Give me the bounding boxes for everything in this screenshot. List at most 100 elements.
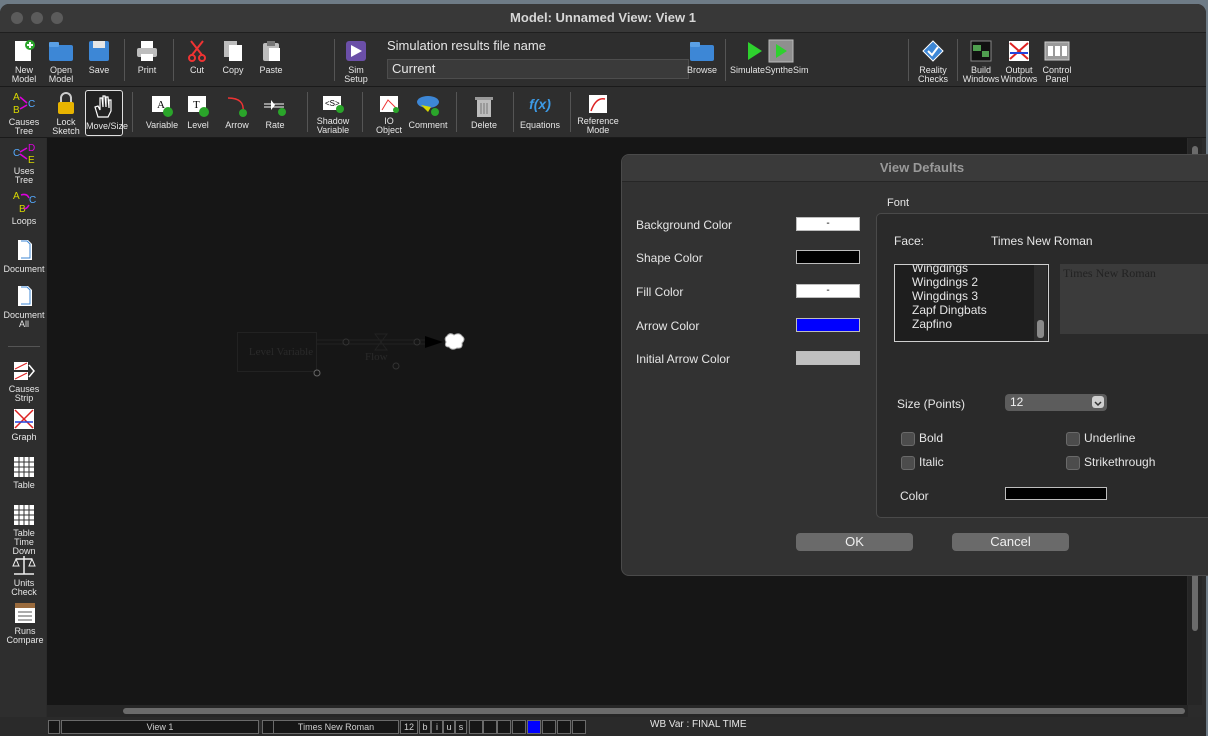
save-button[interactable]: Save (86, 39, 112, 75)
flow-pipe-end[interactable] (342, 338, 350, 346)
variable-button[interactable]: A Variable (145, 94, 179, 130)
level-handle[interactable] (313, 369, 321, 377)
flow-label[interactable]: Flow (365, 351, 388, 363)
fill-color-label: Fill Color (636, 285, 684, 299)
italic-toggle[interactable]: i (431, 720, 443, 734)
font-list[interactable]: Wingdings Wingdings 2 Wingdings 3 Zapf D… (894, 264, 1049, 342)
level-button[interactable]: T Level (185, 94, 211, 130)
italic-checkbox[interactable] (901, 456, 915, 470)
flow-handle[interactable] (392, 362, 400, 370)
copy-button[interactable]: Copy (219, 39, 247, 75)
open-model-button[interactable]: Open Model (46, 39, 76, 84)
units-check-button[interactable]: Units Check (5, 554, 43, 597)
font-selector[interactable]: Times New Roman (273, 720, 399, 734)
strikethrough-checkbox[interactable] (1066, 456, 1080, 470)
runs-compare-button[interactable]: Runs Compare (5, 602, 45, 645)
font-list-scrollbar[interactable] (1034, 265, 1047, 341)
size-value: 12 (1010, 395, 1024, 409)
table-button[interactable]: Table (5, 456, 43, 490)
loops-button[interactable]: ABC Loops (7, 190, 41, 226)
graph-button-small[interactable] (557, 720, 571, 734)
causes-tree-icon: ABC (13, 92, 35, 115)
causes-tree-button[interactable]: ABC Causes Tree (7, 91, 41, 136)
print-button[interactable]: Print (134, 39, 160, 75)
causes-strip-button[interactable]: Causes Strip (5, 360, 43, 403)
control-panel-button[interactable]: Control Panel (1038, 39, 1076, 84)
sim-setup-button[interactable]: Sim Setup (341, 39, 371, 84)
underline-toggle[interactable]: u (443, 720, 455, 734)
delete-label: Delete (470, 120, 497, 130)
simulate-button[interactable]: SimulateSyntheSim (730, 39, 809, 75)
align-button[interactable] (483, 720, 497, 734)
font-group-title: Font (887, 197, 910, 209)
ok-button[interactable]: OK (796, 533, 913, 551)
table-time-down-button[interactable]: Table Time Down (5, 504, 43, 556)
reference-mode-button[interactable]: Reference Mode (576, 94, 620, 135)
font-list-item[interactable]: Wingdings (912, 265, 968, 275)
level-variable-label[interactable]: Level Variable (241, 346, 321, 358)
graph-button-small[interactable] (572, 720, 586, 734)
horizontal-scrollbar[interactable] (47, 705, 1188, 717)
print-label: Print (137, 65, 157, 75)
build-windows-icon (970, 40, 992, 62)
initial-arrow-color-swatch[interactable] (796, 351, 860, 365)
font-color-swatch[interactable] (1005, 487, 1107, 500)
browse-button[interactable]: Browse (687, 39, 717, 75)
synthesim-icon (768, 39, 794, 63)
view-selector[interactable]: View 1 (61, 720, 259, 734)
graph-button[interactable]: Graph (5, 408, 43, 442)
font-list-item[interactable]: Wingdings 2 (912, 275, 978, 289)
io-object-button[interactable]: IO Object (373, 94, 405, 135)
uses-tree-label: Uses Tree (13, 166, 35, 185)
strikethrough-toggle[interactable]: s (455, 720, 467, 734)
shape-button[interactable] (512, 720, 526, 734)
italic-label: Italic (919, 455, 944, 469)
cut-button[interactable]: Cut (184, 39, 210, 75)
cancel-button[interactable]: Cancel (952, 533, 1069, 551)
window-title: Model: Unnamed View: View 1 (510, 10, 696, 25)
arrow-color-swatch[interactable] (527, 720, 541, 734)
bold-checkbox[interactable] (901, 432, 915, 446)
uses-tree-button[interactable]: CDE Uses Tree (7, 142, 41, 185)
rate-button[interactable]: Rate (261, 94, 289, 130)
new-model-button[interactable]: New Model (9, 39, 39, 84)
table-label: Table (13, 480, 35, 490)
align-button[interactable] (469, 720, 483, 734)
delete-button[interactable]: Delete (469, 94, 499, 130)
comment-label: Comment (408, 120, 448, 130)
output-windows-button[interactable]: Output Windows (1000, 39, 1038, 84)
document-all-button[interactable]: Document All (3, 284, 45, 329)
toolbar-divider (173, 39, 174, 81)
font-list-item[interactable]: Zapfino (912, 317, 952, 331)
reality-checks-button[interactable]: Reality Checks (916, 39, 950, 84)
background-color-swatch[interactable]: - (796, 217, 860, 231)
sim-results-input[interactable]: Current (387, 59, 689, 79)
comment-button[interactable]: Comment (408, 94, 448, 130)
shape-button[interactable] (497, 720, 511, 734)
fill-color-swatch[interactable]: - (796, 284, 860, 298)
move-size-button[interactable]: Move/Size (85, 90, 128, 136)
underline-checkbox[interactable] (1066, 432, 1080, 446)
view-list-icon[interactable] (48, 720, 60, 734)
font-size-selector[interactable]: 12 (400, 720, 418, 734)
equations-button[interactable]: f(x) Equations (518, 94, 562, 130)
font-list-item[interactable]: Zapf Dingbats (912, 303, 987, 317)
shape-color-swatch[interactable] (796, 250, 860, 264)
document-button[interactable]: Document (3, 238, 45, 274)
shadow-variable-button[interactable]: <S> Shadow Variable (314, 94, 352, 135)
arrow-button[interactable]: Arrow (222, 94, 252, 130)
flow-pipe-end[interactable] (413, 338, 421, 346)
arrow-color-swatch[interactable] (796, 318, 860, 332)
horizontal-scroll-thumb[interactable] (123, 708, 1185, 714)
arrow-style-button[interactable] (542, 720, 556, 734)
bold-toggle[interactable]: b (419, 720, 431, 734)
font-list-scroll-thumb[interactable] (1037, 320, 1044, 338)
lock-sketch-button[interactable]: Lock Sketch (50, 91, 82, 136)
reference-mode-label: Reference Mode (577, 116, 619, 135)
document-all-icon (18, 286, 32, 306)
flow-valve[interactable] (374, 333, 388, 351)
size-select[interactable]: 12 (1005, 394, 1107, 411)
build-windows-button[interactable]: Build Windows (962, 39, 1000, 84)
paste-button[interactable]: Paste (256, 39, 286, 75)
font-list-item[interactable]: Wingdings 3 (912, 289, 978, 303)
